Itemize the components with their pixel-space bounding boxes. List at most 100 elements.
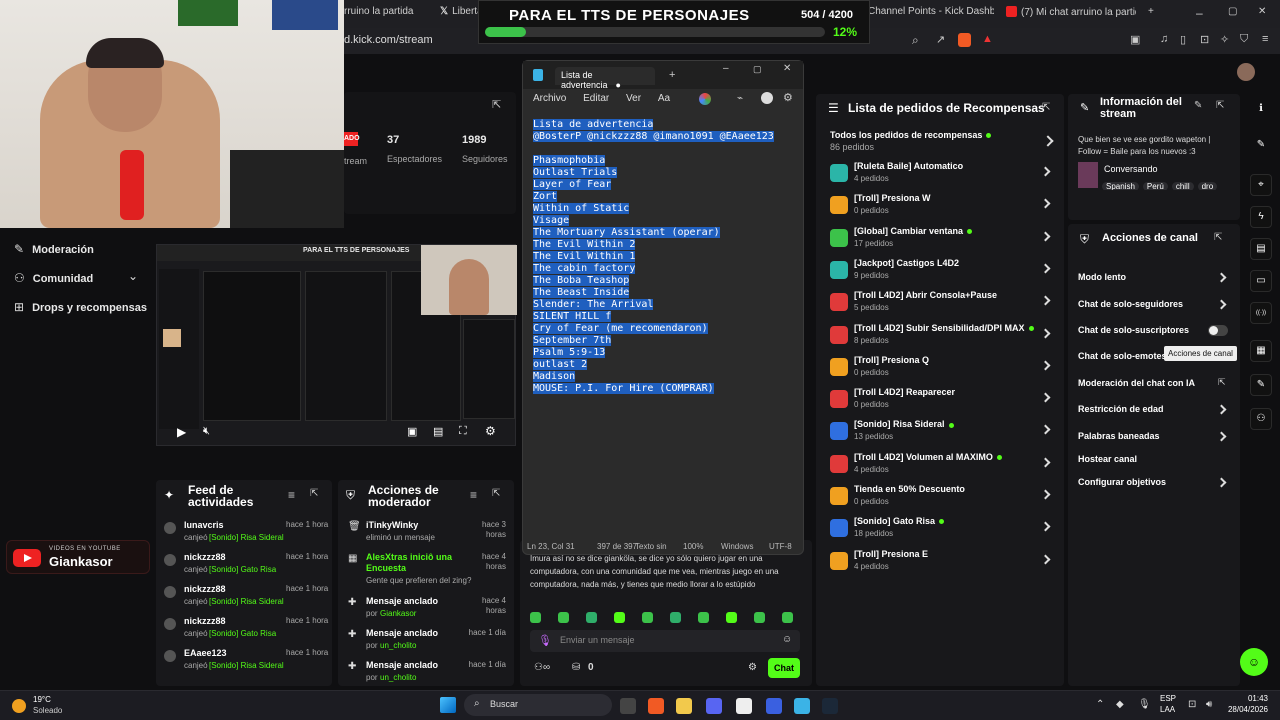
file-explorer-icon[interactable] — [676, 698, 692, 714]
volume-icon[interactable]: 🔊︎ — [1206, 699, 1212, 710]
reward-row[interactable]: [Troll] Presiona Q 0 pedidos — [816, 352, 1064, 382]
nav-item-drops[interactable]: ⊞ Drops y recompensas — [14, 300, 154, 314]
lang-layout[interactable]: LAA — [1160, 705, 1175, 714]
lang-code[interactable]: ESP — [1160, 694, 1176, 703]
menu-icon[interactable]: ≡ — [1262, 33, 1268, 45]
mic-icon[interactable]: 🎙︎ — [1138, 699, 1151, 710]
reward-row[interactable]: [Sonido] Risa Sideral 13 pedidos — [816, 416, 1064, 446]
reader-icon[interactable]: ▯ — [1180, 33, 1186, 46]
close-button[interactable]: ✕ — [783, 63, 791, 74]
clock-time[interactable]: 01:43 — [1226, 694, 1268, 703]
notepad-tab[interactable]: Lista de advertencia ● — [555, 67, 655, 90]
chat-send-button[interactable]: Chat — [768, 658, 800, 678]
share-icon[interactable]: ↗ — [936, 33, 945, 46]
tray-chevron-icon[interactable]: ⌃ — [1096, 699, 1104, 710]
activity-user[interactable]: nickzzz88 — [184, 552, 226, 562]
emote-icon[interactable] — [530, 612, 541, 623]
wallet-icon[interactable]: ⊡ — [1200, 33, 1209, 46]
zoom-icon[interactable]: ⌕ — [912, 33, 919, 48]
account-icon[interactable] — [761, 92, 773, 104]
format-icon[interactable]: Aa — [658, 93, 670, 104]
popout-icon[interactable]: ⇱ — [1216, 100, 1224, 111]
users-icon[interactable]: ⚇ — [1250, 408, 1272, 430]
reward-row[interactable]: Tienda en 50% Descuento 0 pedidos — [816, 481, 1064, 511]
reward-row[interactable]: [Troll] Presiona W 0 pedidos — [816, 190, 1064, 220]
discord-icon[interactable] — [706, 698, 722, 714]
new-tab-button[interactable]: + — [669, 69, 675, 81]
maximize-button[interactable]: ▢ — [1228, 6, 1237, 22]
emote-icon[interactable] — [642, 612, 653, 623]
maximize-button[interactable]: ▢ — [753, 64, 762, 75]
notepad-icon[interactable] — [794, 698, 810, 714]
emote-icon[interactable] — [726, 612, 737, 623]
channel-action-row[interactable]: Moderación del chat con IA ⇱ — [1068, 376, 1240, 396]
channel-action-row[interactable]: Configurar objetivos — [1068, 475, 1240, 495]
steam-icon[interactable] — [822, 698, 838, 714]
channel-action-row[interactable]: Chat de solo-seguidores — [1068, 297, 1240, 317]
toggle-switch[interactable] — [1208, 325, 1228, 336]
reward-row[interactable]: [Jackpot] Castigos L4D2 9 pedidos — [816, 255, 1064, 285]
music-icon[interactable]: ♫ — [1160, 33, 1168, 45]
channel-action-row[interactable]: Restricción de edad — [1068, 402, 1240, 422]
emote-icon[interactable] — [698, 612, 709, 623]
sidebar-icon[interactable]: ▣ — [1130, 33, 1140, 46]
info-icon[interactable]: ℹ — [1250, 98, 1272, 120]
stream-tag[interactable]: chill — [1171, 182, 1194, 190]
brave-shield-icon[interactable] — [958, 33, 971, 47]
tray-app-icon[interactable]: ◆ — [1116, 699, 1124, 710]
nav-item-comunidad[interactable]: ⚇ Comunidad ⌄ — [14, 269, 154, 285]
stream-tag[interactable]: Spanish — [1102, 182, 1139, 190]
chat-input[interactable]: 🎙︎ Enviar un mensaje ☺ — [530, 630, 800, 652]
windows-start-icon[interactable] — [440, 697, 456, 713]
emote-icon[interactable] — [614, 612, 625, 623]
activity-user[interactable]: lunavcris — [184, 520, 224, 530]
fullscreen-icon[interactable]: ⛶ — [459, 425, 467, 438]
settings-gear-icon[interactable]: ⚙ — [783, 91, 793, 104]
note-icon[interactable]: ▤ — [1250, 238, 1272, 260]
activity-user[interactable]: EAaee123 — [184, 648, 227, 658]
channel-action-row[interactable]: Chat de solo-suscriptores — [1068, 323, 1240, 343]
popout-icon[interactable]: ⇱ — [1042, 102, 1050, 113]
layout-icon[interactable]: ▦ — [1250, 340, 1272, 362]
rewards-icon[interactable]: ▲ — [982, 33, 993, 45]
menu-ver[interactable]: Ver — [626, 93, 641, 104]
popout-icon[interactable]: ⇱ — [1214, 232, 1222, 243]
reward-row[interactable]: [Troll L4D2] Subir Sensibilidad/DPI MAX 8… — [816, 320, 1064, 350]
pip-icon[interactable]: ▣ — [407, 425, 417, 438]
pencil-icon[interactable]: ✎ — [1250, 134, 1272, 156]
popout-icon[interactable]: ⇱ — [492, 98, 501, 111]
chat-bubble-icon[interactable]: ☺ — [1240, 648, 1268, 676]
menu-archivo[interactable]: Archivo — [533, 93, 566, 104]
reward-row[interactable]: [Global] Cambiar ventana 17 pedidos — [816, 223, 1064, 253]
reward-all-row[interactable]: Todos los pedidos de recompensas 86 pedi… — [816, 126, 1064, 156]
new-tab-button[interactable]: + — [1148, 6, 1154, 22]
target-icon[interactable]: ⌖ — [1250, 174, 1272, 196]
mod-action-user[interactable]: un_cholito — [380, 673, 416, 682]
emote-icon[interactable] — [558, 612, 569, 623]
stream-tag[interactable]: dro — [1197, 182, 1218, 190]
popout-icon[interactable]: ⇱ — [310, 488, 318, 499]
mute-icon[interactable]: 🔇︎ — [203, 425, 210, 438]
emote-icon[interactable] — [670, 612, 681, 623]
mod-action-user[interactable]: un_cholito — [380, 641, 416, 650]
vpn-icon[interactable]: ⛉ — [1240, 33, 1248, 46]
app-icon[interactable] — [736, 698, 752, 714]
browser-tab[interactable]: (7) Mi chat arruino la partida — [1006, 6, 1136, 22]
channel-action-row[interactable]: Palabras baneadas — [1068, 429, 1240, 449]
popout-icon[interactable]: ⇱ — [492, 488, 500, 499]
stream-tag[interactable]: Perú — [1142, 182, 1168, 190]
browser-tab[interactable]: 𝕏Libertad — [440, 6, 480, 22]
taskbar-search[interactable]: ⌕ Buscar — [464, 694, 612, 716]
copilot-icon[interactable] — [699, 93, 711, 105]
reward-row[interactable]: [Troll] Presiona E 4 pedidos — [816, 546, 1064, 576]
url-field[interactable]: d.kick.com/stream — [344, 34, 433, 46]
minimize-button[interactable]: – — [723, 63, 729, 74]
chat-settings-icon[interactable]: ⚙ — [748, 662, 757, 673]
emote-icon[interactable] — [586, 612, 597, 623]
mod-action-user[interactable]: Giankasor — [380, 609, 416, 618]
channel-action-row[interactable]: Hostear canal — [1068, 452, 1240, 472]
theater-icon[interactable]: ▤ — [433, 425, 443, 438]
close-window-button[interactable]: ✕ — [1258, 6, 1266, 22]
notepad-text-area[interactable]: Lista de advertencia @BosterP @nickzzz88 … — [533, 119, 795, 395]
reward-row[interactable]: [Troll L4D2] Abrir Consola+Pause 5 pedido… — [816, 287, 1064, 317]
